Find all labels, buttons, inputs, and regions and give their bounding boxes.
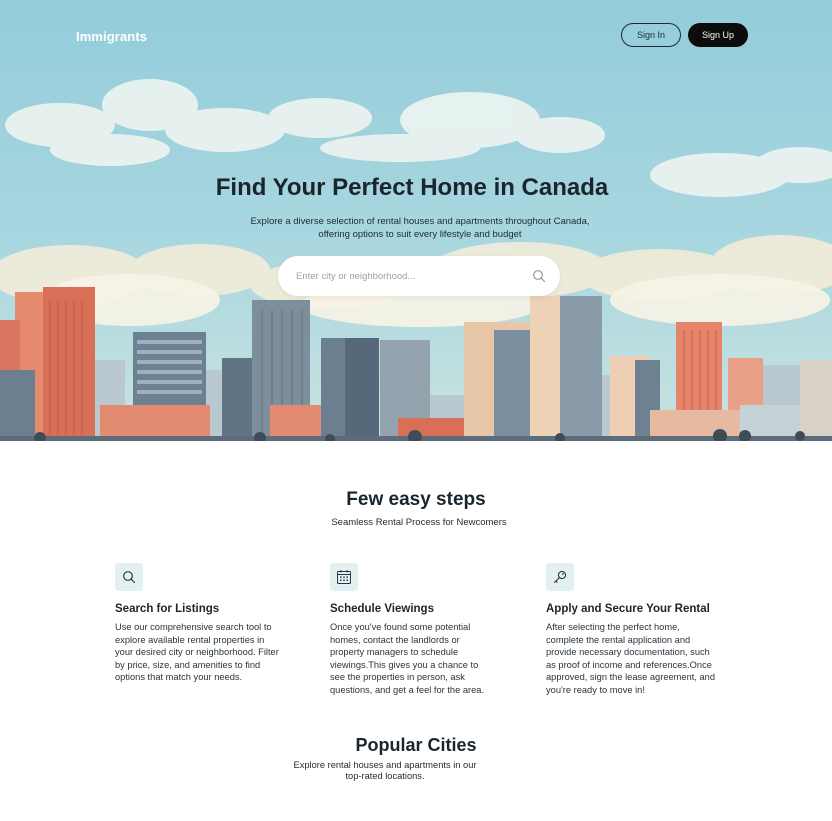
key-icon xyxy=(546,563,574,591)
step-card-viewings: Schedule Viewings Once you've found some… xyxy=(330,563,510,697)
search-bar[interactable] xyxy=(278,256,560,296)
brand-logo[interactable]: Immigrants xyxy=(76,29,147,44)
hero-title: Find Your Perfect Home in Canada xyxy=(215,174,609,201)
step-text: Use our comprehensive search tool to exp… xyxy=(115,622,279,683)
hero-subtitle: Explore a diverse selection of rental ho… xyxy=(250,216,590,240)
hero-section: Immigrants Sign In Sign Up Find Your Per… xyxy=(0,0,832,441)
step-text: After selecting the perfect home, comple… xyxy=(546,622,716,695)
search-icon xyxy=(115,563,143,591)
steps-section-subtitle: Seamless Rental Process for Newcomers xyxy=(331,517,507,528)
calendar-icon xyxy=(330,563,358,591)
steps-section-title: Few easy steps xyxy=(346,489,486,510)
step-card-apply: Apply and Secure Your Rental After selec… xyxy=(546,563,726,697)
sign-up-button[interactable]: Sign Up xyxy=(688,23,748,47)
step-title: Schedule Viewings xyxy=(330,603,434,615)
step-card-search: Search for Listings Use our comprehensiv… xyxy=(115,563,295,684)
step-text: Once you've found some potential homes, … xyxy=(330,622,485,695)
popular-cities-subtitle: Explore rental houses and apartments in … xyxy=(293,760,477,781)
search-input[interactable] xyxy=(296,268,516,284)
sign-in-button[interactable]: Sign In xyxy=(621,23,681,47)
step-title: Search for Listings xyxy=(115,603,220,615)
search-icon[interactable] xyxy=(532,269,546,283)
step-title: Apply and Secure Your Rental xyxy=(546,603,710,615)
popular-cities-title: Popular Cities xyxy=(355,735,477,755)
